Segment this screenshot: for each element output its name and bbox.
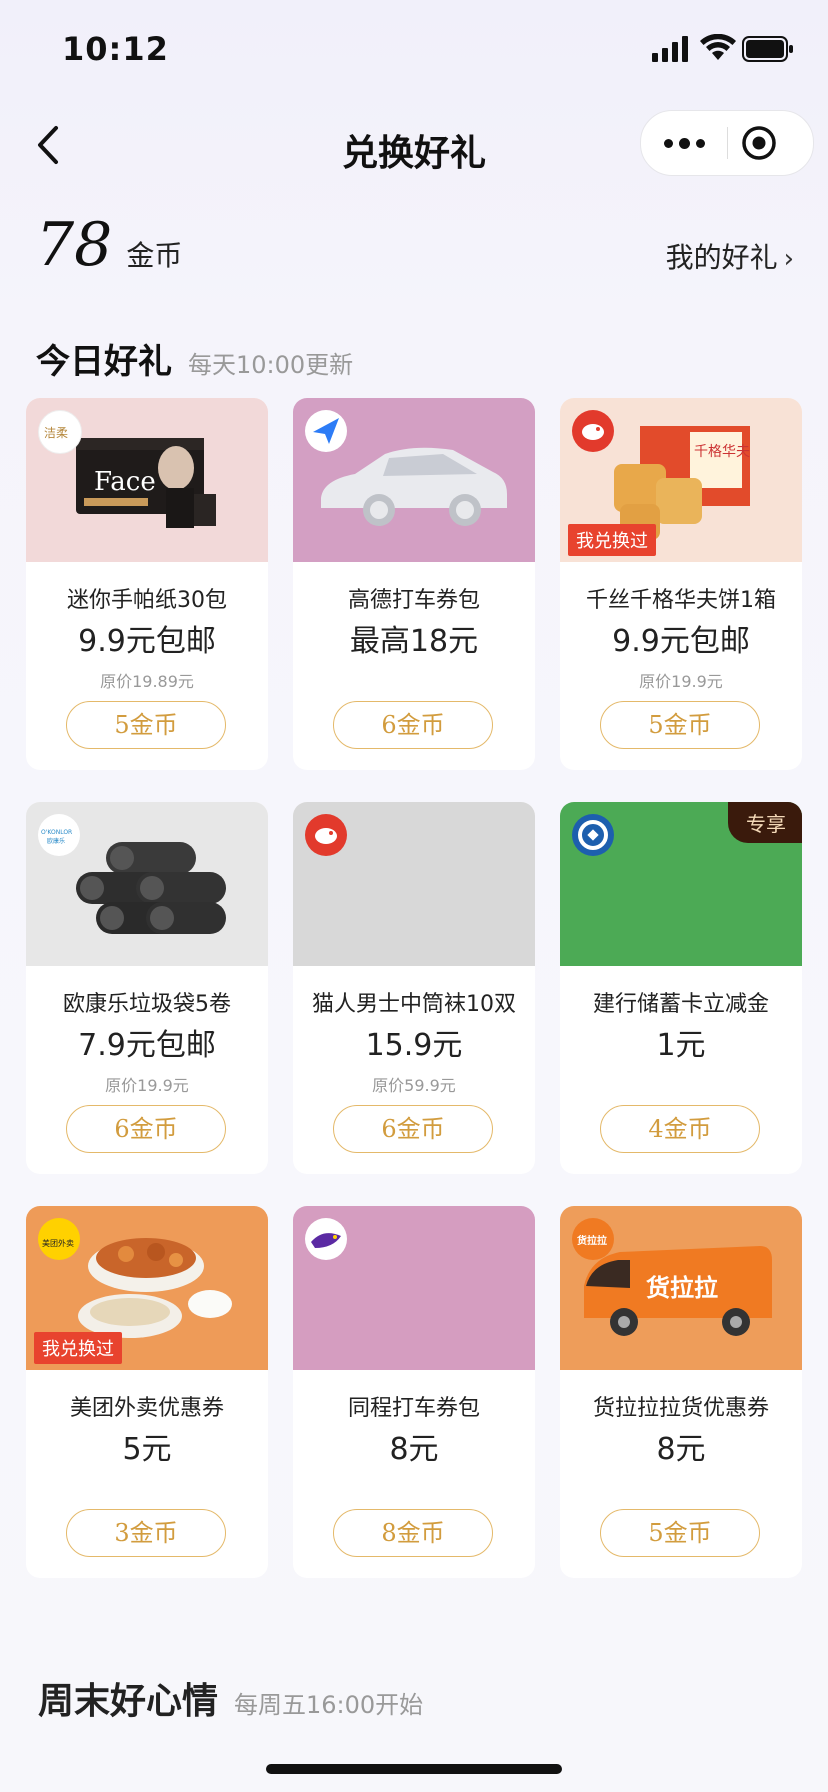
product-price: 7.9元包邮 — [78, 1028, 216, 1063]
miniprogram-capsule — [640, 110, 814, 176]
chevron-right-icon: › — [783, 244, 794, 274]
product-price: 8元 — [656, 1432, 706, 1467]
product-card[interactable]: 同程打车券包 8元 8金币 — [293, 1206, 535, 1578]
my-gifts-link[interactable]: 我的好礼 › — [666, 236, 794, 276]
brand-logo-amap — [305, 410, 347, 452]
product-price: 5元 — [122, 1432, 172, 1467]
product-card[interactable]: 专享 建行储蓄卡立减金 1元 4金币 — [560, 802, 802, 1174]
product-price: 9.9元包邮 — [612, 624, 750, 659]
product-name: 同程打车券包 — [347, 1396, 480, 1421]
svg-text:货拉拉: 货拉拉 — [577, 1234, 607, 1247]
product-card[interactable]: 美团外卖 我兑换过 美团外卖优惠券 5元 3金币 — [26, 1206, 268, 1578]
svg-text:欧康乐: 欧康乐 — [47, 837, 65, 845]
redeem-button[interactable]: 5金币 — [600, 1509, 760, 1557]
battery-icon — [742, 36, 793, 62]
svg-text:货拉拉: 货拉拉 — [646, 1274, 718, 1302]
brand-logo-tongcheng — [305, 1218, 347, 1260]
svg-text:千格华夫: 千格华夫 — [694, 444, 750, 460]
product-image: Face 洁柔 — [26, 398, 268, 562]
product-name: 建行储蓄卡立减金 — [592, 992, 769, 1017]
product-image: O'KONLOR 欧康乐 — [26, 802, 268, 966]
product-price: 15.9元 — [365, 1028, 463, 1063]
product-image — [293, 1206, 535, 1370]
product-original-price: 原价19.9元 — [105, 1076, 189, 1095]
product-image: 货拉拉 货拉拉 — [560, 1206, 802, 1370]
redeem-button[interactable]: 5金币 — [66, 701, 226, 749]
redeem-button[interactable]: 5金币 — [600, 701, 760, 749]
product-original-price: 原价19.89元 — [100, 672, 194, 691]
home-indicator[interactable] — [266, 1764, 562, 1774]
product-card[interactable]: 高德打车券包 最高18元 6金币 — [293, 398, 535, 770]
product-name: 千丝千格华夫饼1箱 — [586, 588, 776, 613]
product-name: 迷你手帕纸30包 — [67, 588, 227, 613]
product-image — [293, 398, 535, 562]
capsule-divider — [727, 127, 728, 159]
today-subtitle: 每天10:00更新 — [188, 351, 354, 379]
product-name: 欧康乐垃圾袋5卷 — [63, 992, 231, 1017]
more-dot-icon — [678, 137, 690, 149]
product-card[interactable]: 猫人男士中筒袜10双 15.9元 原价59.9元 6金币 — [293, 802, 535, 1174]
product-price: 9.9元包邮 — [78, 624, 216, 659]
exclusive-tag: 专享 — [728, 802, 802, 843]
redeemed-tag: 我兑换过 — [34, 1332, 122, 1364]
product-price: 1元 — [656, 1028, 706, 1063]
today-title: 今日好礼 — [36, 342, 172, 382]
more-dot-icon — [663, 138, 673, 148]
svg-text:美团外卖: 美团外卖 — [42, 1238, 74, 1248]
close-target-icon[interactable] — [741, 125, 777, 161]
coin-unit: 金币 — [126, 239, 183, 272]
product-price: 最高18元 — [349, 624, 479, 659]
redeem-button[interactable]: 6金币 — [333, 701, 493, 749]
redeem-button[interactable]: 6金币 — [333, 1105, 493, 1153]
svg-text:O'KONLOR: O'KONLOR — [41, 829, 72, 836]
brand-logo-ccb — [572, 814, 614, 856]
brand-logo-jd — [305, 814, 347, 856]
status-bar: 10:12 — [0, 0, 828, 100]
redeem-button[interactable]: 8金币 — [333, 1509, 493, 1557]
brand-logo-jierou: 洁柔 — [38, 410, 82, 454]
brand-logo-jd — [572, 410, 614, 452]
coin-balance: 78 金币 — [36, 210, 182, 290]
product-name: 高德打车券包 — [347, 588, 480, 613]
nav-bar: 兑换好礼 — [0, 100, 828, 190]
product-card[interactable]: 货拉拉 货拉拉 货拉拉拉货优惠券 8元 5金币 — [560, 1206, 802, 1578]
my-gifts-label: 我的好礼 — [665, 241, 778, 274]
product-name: 美团外卖优惠券 — [69, 1396, 224, 1421]
status-time: 10:12 — [62, 30, 169, 68]
redeem-button[interactable]: 3金币 — [66, 1509, 226, 1557]
signal-icon — [652, 36, 688, 62]
coin-amount: 78 — [36, 210, 113, 280]
brand-logo-huolala: 货拉拉 — [572, 1218, 614, 1260]
product-image: 千格华夫 我兑换过 — [560, 398, 802, 562]
redeemed-tag: 我兑换过 — [568, 524, 656, 556]
product-price: 8元 — [389, 1432, 439, 1467]
product-image — [293, 802, 535, 966]
more-button[interactable] — [641, 111, 727, 175]
product-card[interactable]: Face 洁柔 迷你手帕纸30包 9.9元包邮 原价19.89元 5金币 — [26, 398, 268, 770]
brand-logo-meituan: 美团外卖 — [38, 1218, 80, 1260]
product-name: 猫人男士中筒袜10双 — [312, 992, 516, 1017]
product-name: 货拉拉拉货优惠券 — [592, 1396, 769, 1421]
product-card[interactable]: O'KONLOR 欧康乐 欧康乐垃圾袋5卷 7.9元包邮 原价19.9元 6金币 — [26, 802, 268, 1174]
more-dot-icon — [695, 138, 705, 148]
weekend-subtitle: 每周五16:00开始 — [234, 1691, 424, 1719]
product-image: 专享 — [560, 802, 802, 966]
today-section-header: 今日好礼 每天10:00更新 — [36, 334, 353, 383]
product-original-price: 原价59.9元 — [372, 1076, 456, 1095]
wifi-icon — [700, 34, 736, 60]
svg-text:Face: Face — [94, 467, 156, 497]
product-card[interactable]: 千格华夫 我兑换过 千丝千格华夫饼1箱 9.9元包邮 原价19.9元 5金币 — [560, 398, 802, 770]
weekend-title: 周末好心情 — [38, 1681, 219, 1722]
redeem-button[interactable]: 6金币 — [66, 1105, 226, 1153]
svg-text:洁柔: 洁柔 — [44, 426, 68, 440]
brand-logo-okonlor: O'KONLOR 欧康乐 — [38, 814, 80, 856]
redeem-button[interactable]: 4金币 — [600, 1105, 760, 1153]
product-original-price: 原价19.9元 — [639, 672, 723, 691]
weekend-section-header: 周末好心情 每周五16:00开始 — [38, 1672, 423, 1724]
product-image: 美团外卖 我兑换过 — [26, 1206, 268, 1370]
